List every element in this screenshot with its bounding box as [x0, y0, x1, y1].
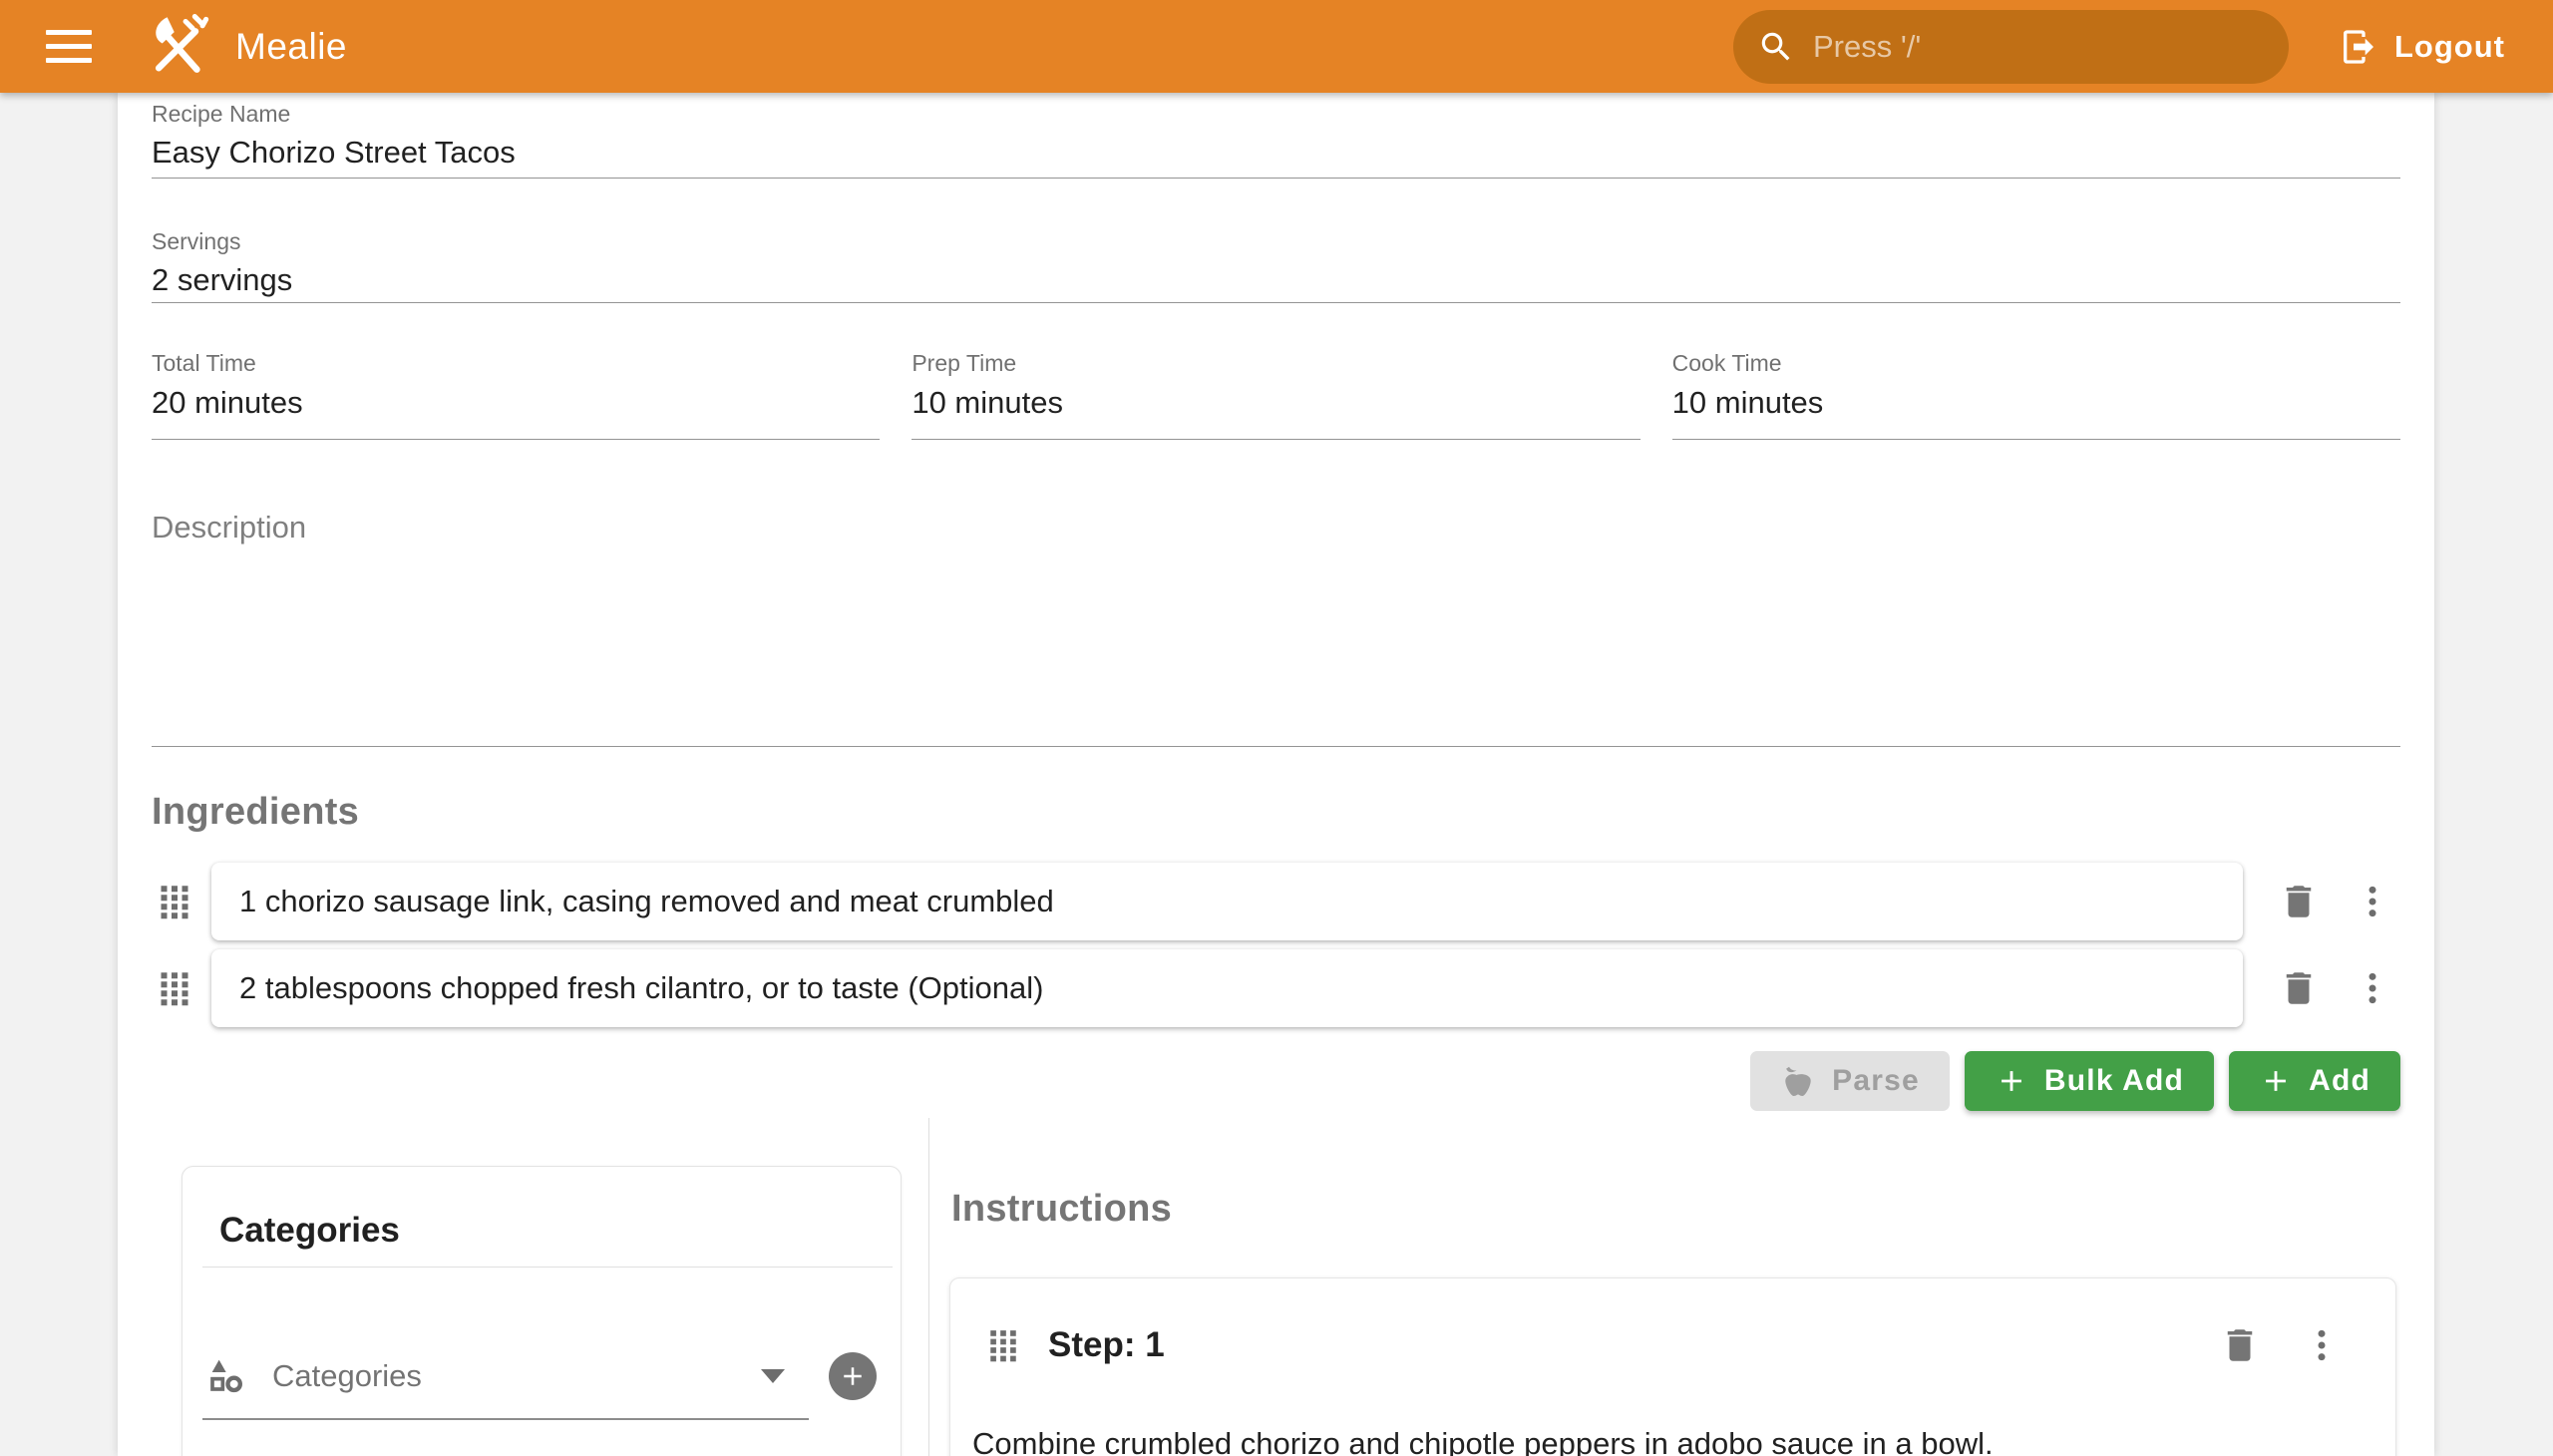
prep-time-value[interactable]: 10 minutes	[912, 385, 1640, 421]
delete-ingredient-button[interactable]	[2271, 960, 2327, 1016]
description-field[interactable]: Description	[152, 510, 2400, 546]
plus-icon	[1995, 1064, 2028, 1098]
drag-handle-icon[interactable]	[152, 970, 197, 1006]
underline	[152, 302, 2400, 303]
ingredient-input[interactable]: 1 chorizo sausage link, casing removed a…	[211, 863, 2243, 940]
delete-ingredient-button[interactable]	[2271, 874, 2327, 929]
step-header: Step: 1	[980, 1316, 2350, 1374]
trash-icon	[2278, 967, 2320, 1009]
ingredient-menu-button[interactable]	[2345, 874, 2400, 929]
dots-vertical-icon	[2353, 882, 2392, 921]
description-label: Description	[152, 510, 2400, 546]
drag-handle-icon[interactable]	[152, 884, 197, 919]
ingredient-input[interactable]: 2 tablespoons chopped fresh cilantro, or…	[211, 949, 2243, 1027]
total-time-label: Total Time	[152, 350, 880, 377]
underline	[1672, 439, 2400, 440]
recipe-editor-card: Recipe Name Easy Chorizo Street Tacos Se…	[118, 93, 2434, 1456]
categories-select-label: Categories	[272, 1358, 761, 1394]
search-input[interactable]	[1813, 29, 2265, 65]
bottom-section: Categories Categories	[152, 1128, 2400, 1456]
plus-icon	[838, 1361, 868, 1391]
plus-icon	[2259, 1064, 2293, 1098]
step-menu-button[interactable]	[2294, 1317, 2350, 1373]
ingredient-menu-button[interactable]	[2345, 960, 2400, 1016]
underline	[152, 178, 2400, 179]
underline	[152, 439, 880, 440]
underline	[152, 746, 2400, 747]
total-time-field[interactable]: Total Time 20 minutes	[152, 350, 880, 440]
mealie-logo-icon	[144, 12, 213, 82]
recipe-name-field[interactable]: Recipe Name Easy Chorizo Street Tacos	[152, 101, 2400, 171]
step-text[interactable]: Combine crumbled chorizo and chipotle pe…	[972, 1422, 2366, 1456]
trash-icon	[2278, 881, 2320, 922]
servings-value[interactable]: 2 servings	[152, 262, 2400, 298]
logout-icon	[2339, 27, 2378, 67]
menu-button[interactable]	[38, 15, 102, 79]
drag-handle-icon[interactable]	[980, 1328, 1026, 1362]
vertical-divider	[928, 1118, 929, 1456]
prep-time-field[interactable]: Prep Time 10 minutes	[912, 350, 1640, 440]
instructions-column: Instructions	[949, 1128, 2396, 1456]
trash-icon	[2219, 1324, 2261, 1366]
bulk-add-button[interactable]: Bulk Add	[1965, 1051, 2214, 1111]
instruction-step-card: Step: 1 C	[949, 1277, 2396, 1456]
ingredient-row: 2 tablespoons chopped fresh cilantro, or…	[152, 949, 2400, 1027]
ingredient-actions: Parse Bulk Add Add	[1750, 1051, 2400, 1111]
logout-button[interactable]: Logout	[2339, 27, 2505, 67]
add-category-button[interactable]	[829, 1352, 877, 1400]
hamburger-icon	[46, 30, 92, 35]
bulk-add-label: Bulk Add	[2044, 1064, 2184, 1098]
apple-icon	[1780, 1063, 1816, 1099]
parse-label: Parse	[1832, 1064, 1920, 1098]
recipe-name-label: Recipe Name	[152, 101, 2400, 128]
recipe-name-value[interactable]: Easy Chorizo Street Tacos	[152, 135, 2400, 171]
step-title: Step: 1	[1048, 1325, 2212, 1365]
ingredient-row: 1 chorizo sausage link, casing removed a…	[152, 863, 2400, 940]
chevron-down-icon[interactable]	[761, 1369, 785, 1383]
prep-time-label: Prep Time	[912, 350, 1640, 377]
underline	[202, 1418, 809, 1420]
divider	[202, 1267, 893, 1268]
add-label: Add	[2309, 1064, 2371, 1098]
cook-time-field[interactable]: Cook Time 10 minutes	[1672, 350, 2400, 440]
cook-time-label: Cook Time	[1672, 350, 2400, 377]
cook-time-value[interactable]: 10 minutes	[1672, 385, 2400, 421]
servings-label: Servings	[152, 228, 2400, 255]
delete-step-button[interactable]	[2212, 1317, 2268, 1373]
search-bar[interactable]	[1733, 10, 2289, 84]
mealie-recipe-editor-page: Mealie Logout Recipe Name Easy Chorizo S…	[0, 0, 2553, 1456]
categories-select[interactable]: Categories	[206, 1344, 877, 1408]
ingredients-section-title: Ingredients	[152, 791, 359, 834]
instructions-section-title: Instructions	[951, 1188, 1172, 1231]
servings-field[interactable]: Servings 2 servings	[152, 228, 2400, 298]
add-ingredient-button[interactable]: Add	[2229, 1051, 2400, 1111]
search-icon	[1757, 28, 1795, 66]
total-time-value[interactable]: 20 minutes	[152, 385, 880, 421]
dots-vertical-icon	[2302, 1325, 2342, 1365]
categories-card: Categories Categories	[182, 1166, 902, 1456]
app-bar: Mealie Logout	[0, 0, 2553, 93]
dots-vertical-icon	[2353, 968, 2392, 1008]
times-row: Total Time 20 minutes Prep Time 10 minut…	[152, 350, 2400, 440]
underline	[912, 439, 1640, 440]
parse-button[interactable]: Parse	[1750, 1051, 1950, 1111]
categories-card-title: Categories	[219, 1211, 400, 1251]
logout-label: Logout	[2394, 29, 2505, 65]
shapes-icon	[206, 1356, 246, 1396]
app-title: Mealie	[235, 26, 347, 68]
